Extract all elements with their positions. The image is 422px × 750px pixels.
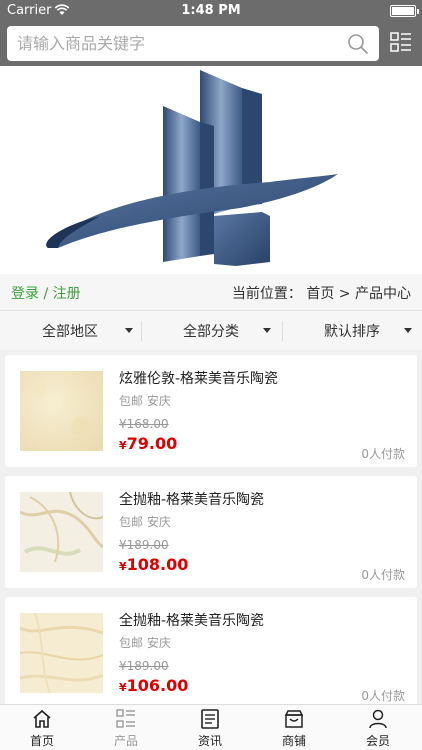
banner-logo[interactable]	[0, 66, 422, 274]
clock: 1:48 PM	[181, 3, 241, 18]
currency-symbol: ¥	[119, 681, 127, 694]
paid-count: 0人付款	[361, 689, 405, 703]
company-logo	[46, 70, 338, 266]
city-label: 安庆	[146, 636, 171, 650]
product-card[interactable]: 全抛釉-格莱美音乐陶瓷 包邮 安庆 ¥189.00 ¥108.00 0人付款	[5, 476, 417, 588]
category-filter-label: 全部分类	[183, 324, 239, 340]
home-icon	[33, 709, 51, 728]
region-filter[interactable]: 全部地区	[0, 311, 140, 351]
shipping-label: 包邮	[119, 636, 144, 650]
search-icon[interactable]	[347, 33, 369, 55]
paid-count: 0人付款	[361, 447, 405, 461]
product-thumbnail[interactable]	[20, 492, 103, 572]
category-filter[interactable]: 全部分类	[141, 311, 281, 351]
tab-label: 会员	[365, 734, 390, 748]
tab-label: 资讯	[197, 734, 222, 748]
tab-member[interactable]: 会员	[336, 705, 420, 750]
sort-filter-label: 默认排序	[324, 324, 380, 340]
product-shipping: 包邮 安庆	[119, 392, 171, 409]
chevron-down-icon	[404, 328, 412, 333]
bottom-tab-bar: 首页 产品 资讯 商铺 会员	[0, 704, 422, 750]
shipping-label: 包邮	[119, 515, 144, 529]
product-list: 炫雅伦敦-格莱美音乐陶瓷 包邮 安庆 ¥168.00 ¥79.00 0人付款 全…	[0, 350, 422, 704]
product-shipping: 包邮 安庆	[119, 513, 171, 530]
sort-filter[interactable]: 默认排序	[282, 311, 422, 351]
search-box[interactable]	[7, 26, 379, 61]
currency-symbol: ¥	[119, 560, 127, 573]
city-label: 安庆	[146, 394, 171, 408]
battery-icon	[390, 5, 419, 17]
filter-bar: 全部地区 全部分类 默认排序	[0, 310, 422, 350]
original-price: ¥189.00	[119, 659, 169, 673]
original-price: ¥189.00	[119, 538, 169, 552]
paid-count: 0人付款	[361, 568, 405, 582]
shop-icon	[284, 710, 304, 728]
tab-label: 首页	[29, 734, 54, 748]
currency-symbol: ¥	[119, 439, 127, 452]
product-card[interactable]: 炫雅伦敦-格莱美音乐陶瓷 包邮 安庆 ¥168.00 ¥79.00 0人付款	[5, 355, 417, 467]
tab-home[interactable]: 首页	[0, 705, 84, 750]
category-menu-icon[interactable]	[390, 31, 412, 53]
product-title[interactable]: 全抛釉-格莱美音乐陶瓷	[119, 610, 264, 630]
status-bar: Carrier 1:48 PM	[0, 0, 422, 22]
sale-price-value: 79.00	[126, 434, 178, 453]
sale-price: ¥106.00	[119, 676, 188, 695]
product-title[interactable]: 全抛釉-格莱美音乐陶瓷	[119, 489, 264, 509]
breadcrumb-bar: 登录 / 注册 当前位置： 首页 > 产品中心	[0, 274, 422, 310]
chevron-down-icon	[125, 328, 133, 333]
breadcrumb[interactable]: 当前位置： 首页 > 产品中心	[232, 283, 411, 303]
city-label: 安庆	[146, 515, 171, 529]
product-title[interactable]: 炫雅伦敦-格莱美音乐陶瓷	[119, 368, 278, 388]
sale-price-value: 106.00	[126, 676, 189, 695]
search-input[interactable]	[17, 26, 337, 61]
product-thumbnail[interactable]	[20, 371, 103, 451]
tab-products[interactable]: 产品	[84, 705, 168, 750]
product-thumbnail[interactable]	[20, 613, 103, 693]
sale-price-value: 108.00	[126, 555, 189, 574]
user-icon	[369, 709, 387, 729]
sale-price: ¥108.00	[119, 555, 188, 574]
tab-shop[interactable]: 商铺	[252, 705, 336, 750]
chevron-down-icon	[263, 328, 271, 333]
grid-list-icon	[116, 709, 135, 728]
region-filter-label: 全部地区	[42, 324, 98, 340]
news-icon	[201, 709, 219, 729]
search-header	[0, 22, 422, 66]
tab-label: 产品	[113, 734, 138, 748]
tab-label: 商铺	[281, 734, 306, 748]
login-register-link[interactable]: 登录 / 注册	[11, 283, 81, 303]
sale-price: ¥79.00	[119, 434, 177, 453]
tab-news[interactable]: 资讯	[168, 705, 252, 750]
original-price: ¥168.00	[119, 417, 169, 431]
shipping-label: 包邮	[119, 394, 144, 408]
product-shipping: 包邮 安庆	[119, 634, 171, 651]
product-card[interactable]: 全抛釉-格莱美音乐陶瓷 包邮 安庆 ¥189.00 ¥106.00 0人付款	[5, 597, 417, 704]
